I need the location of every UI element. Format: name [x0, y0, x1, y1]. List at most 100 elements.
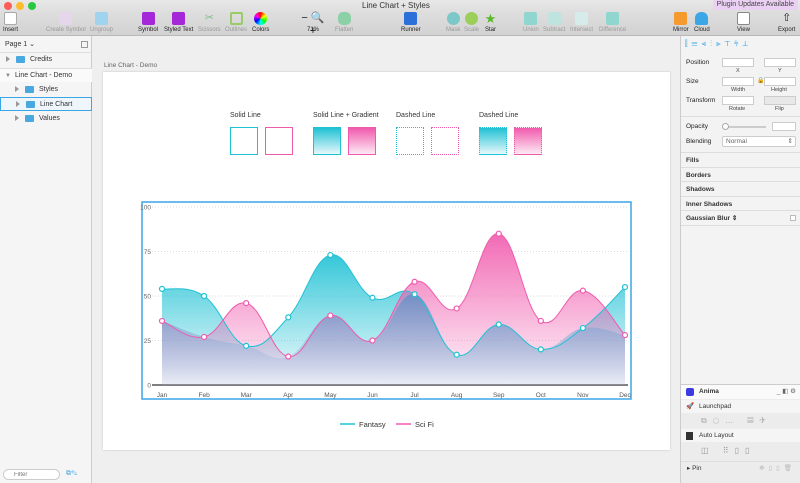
legend: Fantasy Sci Fi [340, 420, 434, 429]
export-button[interactable]: ⇧ Export [778, 12, 795, 33]
rotate-label: Rotate [729, 106, 746, 112]
data-point [621, 332, 629, 339]
legend-scifi-label: Sci Fi [415, 420, 434, 429]
data-point [369, 294, 376, 301]
view-label: View [737, 27, 750, 33]
auto-layout-label: Auto Layout [699, 432, 734, 439]
data-point [579, 287, 587, 294]
data-point [285, 314, 292, 321]
cloud-icon [695, 12, 709, 25]
gaussian-blur-label: Gaussian Blur [686, 215, 731, 222]
data-point [579, 324, 587, 332]
opacity-slider-handle[interactable] [722, 123, 729, 130]
x-tick-label: Jun [367, 392, 378, 399]
y-tick-label: 25 [144, 338, 152, 345]
data-point [453, 305, 460, 312]
anima-controls[interactable]: _ ◧ ⚙ [777, 385, 796, 399]
blending-label: Blending [686, 138, 712, 145]
launchpad-tools[interactable]: ⧉⬡… ▤✈ [701, 416, 772, 426]
data-point [411, 278, 418, 285]
y-tick-label: 50 [144, 294, 152, 301]
rotate-input[interactable] [722, 96, 754, 105]
data-point [200, 292, 208, 300]
shadows-section[interactable]: Shadows [681, 181, 800, 196]
data-point [327, 251, 334, 259]
x-tick-label: Oct [536, 392, 546, 399]
blending-value: Normal [726, 138, 747, 145]
x-tick-label: Jan [157, 392, 168, 399]
x-tick-label: Apr [283, 392, 294, 399]
plugins-panel: Anima _ ◧ ⚙ 🚀 Launchpad ⧉⬡… ▤✈ Auto Layout… [681, 384, 800, 483]
data-point [453, 351, 460, 358]
data-point [621, 284, 629, 291]
pin-label: Pin [692, 465, 702, 472]
x-tick-label: Mar [241, 392, 253, 399]
y-tick-label: 100 [140, 205, 151, 212]
data-point [243, 342, 250, 349]
data-point [369, 337, 376, 344]
x-tick-label: Nov [577, 392, 589, 399]
data-point [200, 333, 208, 341]
y-label: Y [778, 68, 782, 74]
fills-section[interactable]: Fills [681, 152, 800, 167]
data-point [158, 285, 166, 292]
height-input[interactable] [764, 77, 796, 86]
x-input[interactable] [722, 58, 754, 67]
borders-section[interactable]: Borders [681, 167, 800, 182]
launchpad-header[interactable]: 🚀 Launchpad [681, 400, 800, 413]
anima-logo-icon [686, 388, 694, 396]
width-input[interactable] [722, 77, 754, 86]
y-tick-label: 75 [144, 249, 152, 256]
x-tick-label: Aug [451, 392, 463, 399]
data-point [537, 346, 544, 353]
data-point [158, 317, 166, 325]
x-tick-label: Jul [410, 392, 419, 399]
export-label: Export [778, 27, 796, 33]
y-input[interactable] [764, 58, 796, 67]
export-icon: ⇧ [782, 12, 792, 24]
cloud-button[interactable]: Cloud [694, 12, 710, 33]
y-tick-label: 0 [147, 383, 151, 390]
data-point [285, 353, 292, 360]
auto-layout-icon [686, 432, 693, 440]
flip-buttons[interactable] [764, 96, 796, 105]
size-label: Size [686, 78, 699, 85]
view-icon [737, 12, 750, 25]
data-point [495, 230, 502, 237]
transform-label: Transform [686, 97, 716, 104]
opacity-slider[interactable] [722, 123, 766, 130]
launchpad-label: Launchpad [699, 403, 732, 410]
updown-icon: ⇕ [787, 138, 793, 145]
width-label: Width [731, 87, 746, 93]
height-label: Height [771, 87, 787, 93]
plugin-updates-badge[interactable]: Plugin Updates Available [712, 0, 798, 10]
anima-label: Anima [699, 388, 719, 395]
inspector-panel: ⫿☰⫷⫶⫸⊤⫩⊥ Position X Y Size 🔒 Width Heigh… [680, 36, 800, 483]
line-chart[interactable]: 0 25 50 75 100 Jan Feb Mar Apr May Jun Jul Aug Sep Oct… [0, 0, 680, 483]
x-tick-label: May [324, 392, 337, 399]
data-point [537, 317, 544, 325]
pin-section[interactable]: ▸ Pin ✥▯▯🗑 [681, 461, 800, 475]
data-point [495, 321, 502, 328]
divider [681, 116, 800, 117]
rocket-icon: 🚀 [686, 403, 695, 410]
cloud-label: Cloud [694, 27, 710, 33]
view-button[interactable]: View [737, 12, 750, 33]
blending-select[interactable]: Normal ⇕ [722, 136, 796, 147]
inner-shadows-section[interactable]: Inner Shadows [681, 196, 800, 211]
pin-controls[interactable]: ✥▯▯🗑 [759, 462, 796, 476]
opacity-label: Opacity [686, 123, 709, 130]
data-point [243, 300, 250, 307]
x-tick-label: Dec [619, 392, 631, 399]
opacity-input[interactable] [772, 122, 796, 131]
blur-checkbox[interactable] [790, 215, 796, 221]
flip-label: Flip [775, 106, 784, 112]
auto-layout-header[interactable]: Auto Layout [681, 429, 800, 442]
position-label: Position [686, 59, 710, 66]
anima-header[interactable]: Anima _ ◧ ⚙ [681, 385, 800, 399]
data-point [411, 291, 418, 298]
gaussian-blur-section[interactable]: Gaussian Blur ⇕ [681, 210, 800, 225]
legend-fantasy-label: Fantasy [359, 420, 386, 429]
alignment-toolbar[interactable]: ⫿☰⫷⫶⫸⊤⫩⊥ [685, 39, 752, 49]
auto-layout-tools[interactable]: ◫ ⠿▯▯ [701, 446, 755, 455]
